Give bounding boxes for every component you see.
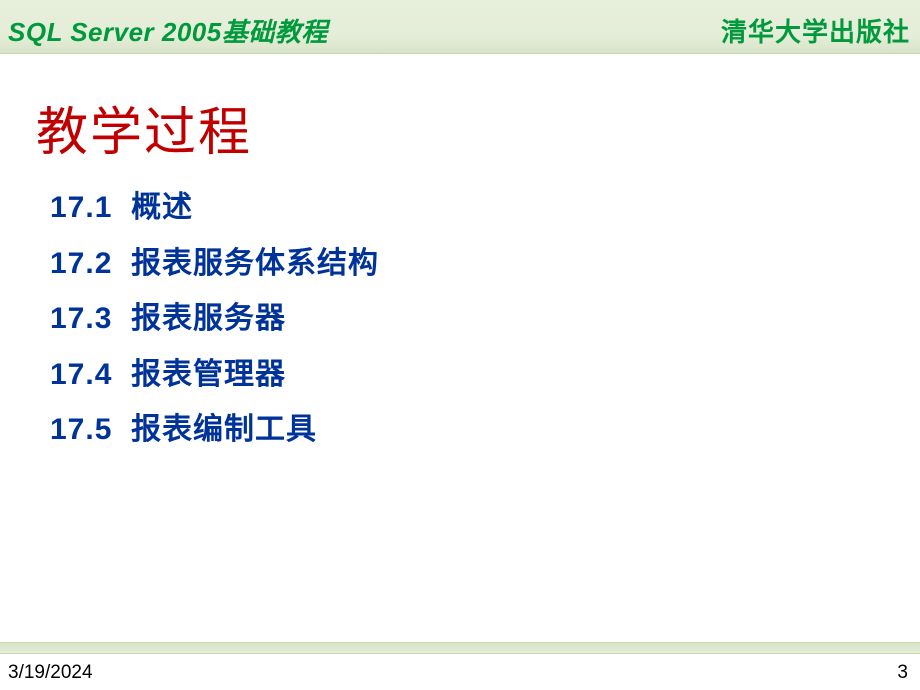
toc-item-label: 报表编制工具 — [131, 413, 317, 446]
toc-item-label: 报表服务器 — [131, 302, 286, 335]
toc-item-number: 17.4 — [50, 358, 112, 391]
footer-page-number: 3 — [897, 662, 908, 684]
toc-item-number: 17.5 — [50, 413, 112, 446]
footer-band — [0, 642, 920, 654]
toc-item-number: 17.1 — [50, 191, 112, 224]
toc-item: 17.2 报表服务体系结构 — [50, 236, 379, 292]
footer-date: 3/19/2024 — [8, 662, 93, 684]
header-course-title: SQL Server 2005基础教程 — [8, 12, 328, 49]
toc-item: 17.1 概述 — [50, 180, 379, 236]
toc-item-label: 报表服务体系结构 — [131, 247, 379, 280]
slide-title: 教学过程 — [36, 90, 252, 165]
toc-item-number: 17.2 — [50, 247, 112, 280]
toc-item: 17.3 报表服务器 — [50, 291, 379, 347]
toc-item-label: 概述 — [131, 191, 193, 224]
toc-item: 17.5 报表编制工具 — [50, 402, 379, 458]
toc-item-number: 17.3 — [50, 302, 112, 335]
toc-item-label: 报表管理器 — [131, 358, 286, 391]
toc-item: 17.4 报表管理器 — [50, 347, 379, 403]
toc-list: 17.1 概述 17.2 报表服务体系结构 17.3 报表服务器 17.4 报表… — [50, 180, 379, 458]
header-publisher: 清华大学出版社 — [721, 12, 910, 49]
